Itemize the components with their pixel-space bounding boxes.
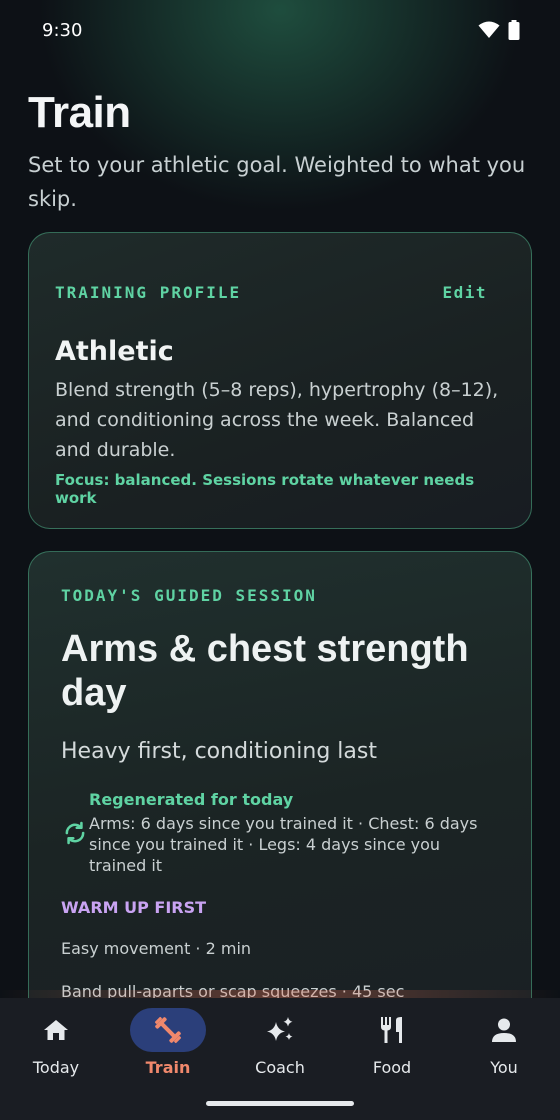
home-indicator[interactable] <box>206 1101 354 1106</box>
nav-item-you[interactable]: You <box>448 998 560 1120</box>
page-title: Train <box>28 88 131 137</box>
profile-description: Blend strength (5–8 reps), hypertrophy (… <box>55 379 499 461</box>
regen-title: Regenerated for today <box>89 790 294 809</box>
page-subtitle: Set to your athletic goal. Weighted to w… <box>28 153 526 211</box>
warmup-label: WARM UP FIRST <box>61 898 207 917</box>
status-time: 9:30 <box>42 19 83 41</box>
session-eyebrow: TODAY'S GUIDED SESSION <box>61 586 317 605</box>
nav-label-coach: Coach <box>255 1058 305 1077</box>
session-subtitle: Heavy first, conditioning last <box>61 739 377 764</box>
regenerated-notice: Regenerated for today Arms: 6 days since… <box>61 790 499 876</box>
edit-profile-button[interactable]: Edit <box>442 283 487 302</box>
profile-card-header: TRAINING PROFILE Edit <box>55 283 505 302</box>
nav-label-you: You <box>490 1058 518 1077</box>
nav-label-today: Today <box>32 1058 80 1077</box>
wifi-icon <box>478 21 500 38</box>
home-icon <box>18 1008 94 1052</box>
sparkle-icon <box>242 1008 318 1052</box>
refresh-icon <box>61 790 89 876</box>
warmup-step: Easy movement · 2 min <box>61 939 252 958</box>
dumbbell-icon <box>130 1008 206 1052</box>
training-profile-card: TRAINING PROFILE Edit Athletic Blend str… <box>28 232 532 529</box>
utensils-icon <box>354 1008 430 1052</box>
person-icon <box>466 1008 542 1052</box>
nav-item-today[interactable]: Today <box>0 998 112 1120</box>
status-bar: 9:30 <box>0 0 560 60</box>
session-title: Arms & chest strength day <box>61 628 469 714</box>
status-icons <box>478 20 520 40</box>
regen-text: Arms: 6 days since you trained it · Ches… <box>89 814 478 875</box>
page-header: Train Set to your athletic goal. Weighte… <box>28 88 532 216</box>
profile-focus: Focus: balanced. Sessions rotate whateve… <box>55 471 475 507</box>
nav-label-food: Food <box>372 1058 412 1077</box>
nav-label-train: Train <box>145 1058 191 1077</box>
profile-eyebrow: TRAINING PROFILE <box>55 283 242 302</box>
profile-name: Athletic <box>55 336 174 367</box>
battery-icon <box>508 20 520 40</box>
